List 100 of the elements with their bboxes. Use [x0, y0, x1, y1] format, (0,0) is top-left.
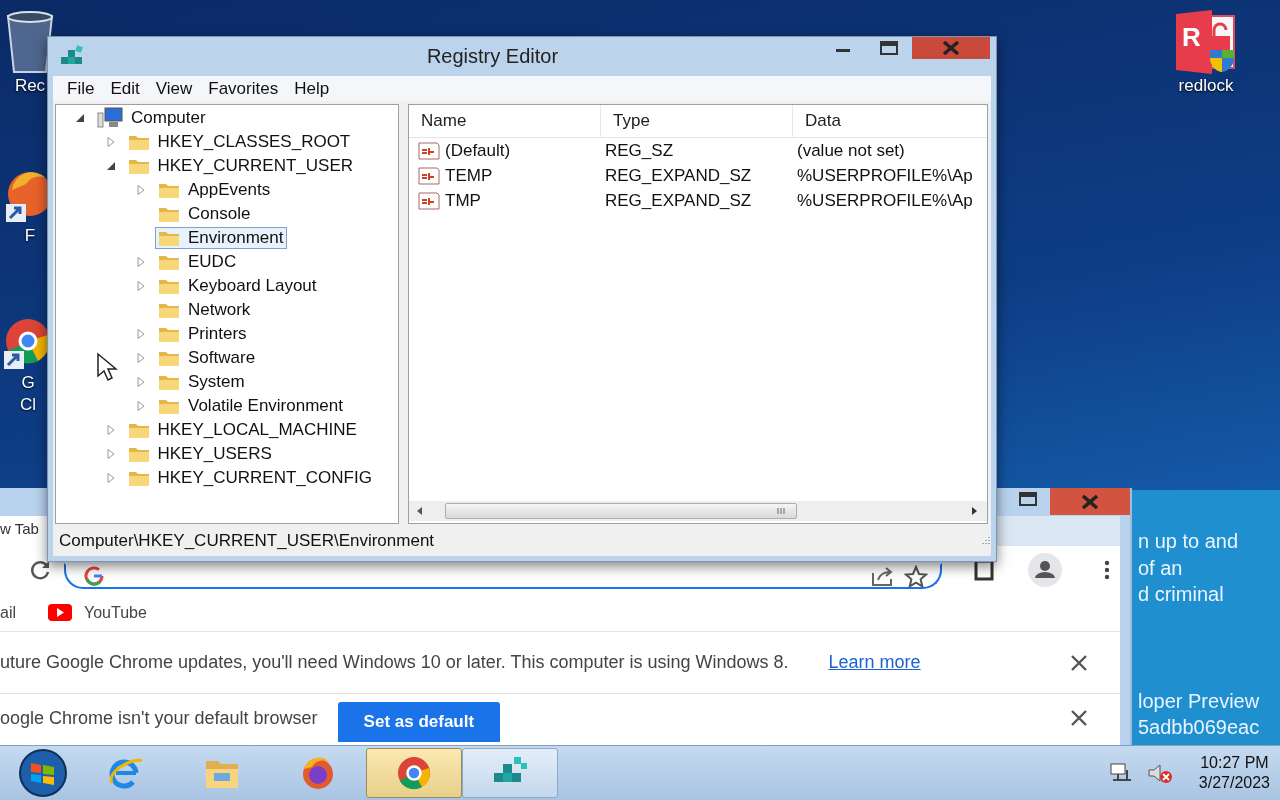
folder-icon	[127, 133, 150, 151]
menu-item[interactable]: Edit	[102, 78, 148, 99]
menu-item[interactable]: Help	[286, 78, 338, 99]
tree-item[interactable]: HKEY_CLASSES_ROOT	[124, 131, 355, 153]
horizontal-scrollbar[interactable]	[409, 501, 987, 521]
clock[interactable]: 10:27 PM 3/27/2023	[1198, 753, 1270, 793]
tree-item[interactable]: Keyboard Layout	[155, 275, 321, 297]
grip-icon	[776, 507, 786, 515]
folder-icon	[127, 469, 150, 487]
tree-item[interactable]: System	[155, 371, 249, 393]
note-text-line: loper Preview	[1138, 688, 1261, 714]
desktop-icon-label[interactable]: redlock	[1178, 76, 1234, 96]
folder-icon	[158, 301, 180, 319]
infobar-message: uture Google Chrome updates, you'll need Windows 10 or later. This computer is using Windows 8.	[0, 652, 789, 673]
table-cell-text: (value not set)	[796, 140, 906, 161]
note-text-line: d criminal	[1138, 582, 1225, 607]
profile-icon[interactable]	[1028, 553, 1062, 587]
computer-icon	[97, 107, 123, 129]
column-header[interactable]: Data	[793, 105, 987, 137]
folder-icon	[127, 445, 150, 463]
folder-icon	[158, 325, 180, 343]
note-text-line: of an	[1138, 555, 1184, 581]
desktop-icon-label[interactable]: G	[21, 373, 35, 393]
folder-icon	[158, 253, 180, 271]
tree-item[interactable]: Printers	[155, 323, 251, 345]
table-cell-text: REG_SZ	[604, 140, 675, 161]
clock-time: 10:27 PM	[1200, 753, 1269, 773]
folder-icon	[127, 157, 150, 175]
folder-icon	[158, 229, 180, 247]
folder-icon	[158, 397, 180, 415]
scroll-left-icon[interactable]	[415, 506, 423, 516]
tree-item[interactable]: Console	[155, 203, 255, 225]
tree-item[interactable]: HKEY_USERS	[124, 443, 276, 465]
close-button[interactable]	[1050, 488, 1130, 515]
folder-icon	[158, 373, 180, 391]
note-text-line: n up to and	[1138, 529, 1240, 554]
string-value-icon	[417, 140, 441, 161]
tree-item[interactable]: Volatile Environment	[155, 395, 347, 417]
value-name: TEMP	[445, 165, 493, 186]
tree-item[interactable]: Software	[155, 347, 260, 369]
set-default-button[interactable]: Set as default	[337, 702, 501, 742]
value-name: (Default)	[445, 140, 511, 161]
status-path: Computer\HKEY_CURRENT_USER\Environment	[59, 531, 435, 551]
clock-date: 3/27/2023	[1198, 773, 1270, 793]
taskbar-button[interactable]	[462, 748, 558, 798]
resize-grip-icon[interactable]	[979, 535, 991, 547]
menu-item[interactable]: File	[59, 78, 103, 99]
table-cell-text: %USERPROFILE%\Ap	[796, 190, 974, 211]
tree-item[interactable]: AppEvents	[155, 179, 275, 201]
value-name: TMP	[445, 190, 481, 211]
window-title: Registry Editor	[425, 45, 560, 68]
string-value-icon	[417, 190, 441, 211]
tree-item[interactable]: Computer	[94, 107, 210, 129]
string-value-icon	[417, 165, 441, 186]
tree-item[interactable]: Environment	[155, 227, 288, 249]
google-icon	[84, 566, 104, 586]
column-header[interactable]: Name	[409, 105, 601, 137]
redlock-logo	[1174, 10, 1238, 74]
desktop-icon-label[interactable]: F	[24, 226, 36, 246]
column-header[interactable]: Type	[601, 105, 793, 137]
taskbar-button[interactable]	[366, 748, 462, 798]
maximize-icon	[880, 41, 898, 55]
close-icon[interactable]	[1070, 709, 1088, 727]
folder-icon	[158, 205, 180, 223]
close-icon	[942, 41, 960, 55]
tab-search-icon[interactable]	[974, 559, 994, 581]
learn-more-link[interactable]: Learn more	[828, 652, 921, 673]
folder-icon	[158, 349, 180, 367]
menu-icon[interactable]	[1104, 560, 1110, 580]
mouse-pointer-icon	[96, 352, 118, 382]
tree-item[interactable]: HKEY_CURRENT_USER	[124, 155, 358, 177]
close-icon[interactable]	[1070, 653, 1088, 672]
close-button[interactable]	[912, 37, 990, 59]
maximize-icon[interactable]	[1019, 492, 1037, 506]
folder-icon	[158, 277, 180, 295]
note-text-line: 5adbb069eac	[1138, 715, 1261, 740]
table-cell-text: REG_EXPAND_SZ	[604, 190, 753, 211]
scroll-right-icon[interactable]	[971, 506, 979, 516]
folder-icon	[127, 421, 150, 439]
desktop-icon-label[interactable]: Rec	[14, 76, 46, 96]
tree-item[interactable]: HKEY_CURRENT_CONFIG	[124, 467, 376, 489]
menu-item[interactable]: View	[147, 78, 201, 99]
reload-icon[interactable]	[28, 558, 52, 582]
bookmark[interactable]: ail	[0, 603, 16, 622]
folder-icon	[158, 181, 180, 199]
logo-letter: R	[1182, 22, 1201, 53]
tree-item[interactable]: EUDC	[155, 251, 241, 273]
browser-tab[interactable]: w Tab	[0, 516, 49, 546]
bookmark[interactable]: YouTube	[48, 603, 147, 622]
star-icon[interactable]	[904, 565, 928, 587]
table-cell-text: REG_EXPAND_SZ	[604, 165, 753, 186]
tree-item[interactable]: HKEY_LOCAL_MACHINE	[124, 419, 361, 441]
youtube-icon	[48, 604, 72, 621]
volume-muted-icon[interactable]	[1146, 762, 1173, 784]
scrollbar-thumb[interactable]	[445, 503, 797, 519]
tree-item[interactable]: Network	[155, 299, 255, 321]
infobar-message: oogle Chrome isn't your default browser	[0, 707, 318, 729]
desktop-icon-label[interactable]: Cl	[19, 395, 37, 415]
menu-item[interactable]: Favorites	[200, 78, 287, 99]
network-icon[interactable]	[1108, 762, 1133, 784]
